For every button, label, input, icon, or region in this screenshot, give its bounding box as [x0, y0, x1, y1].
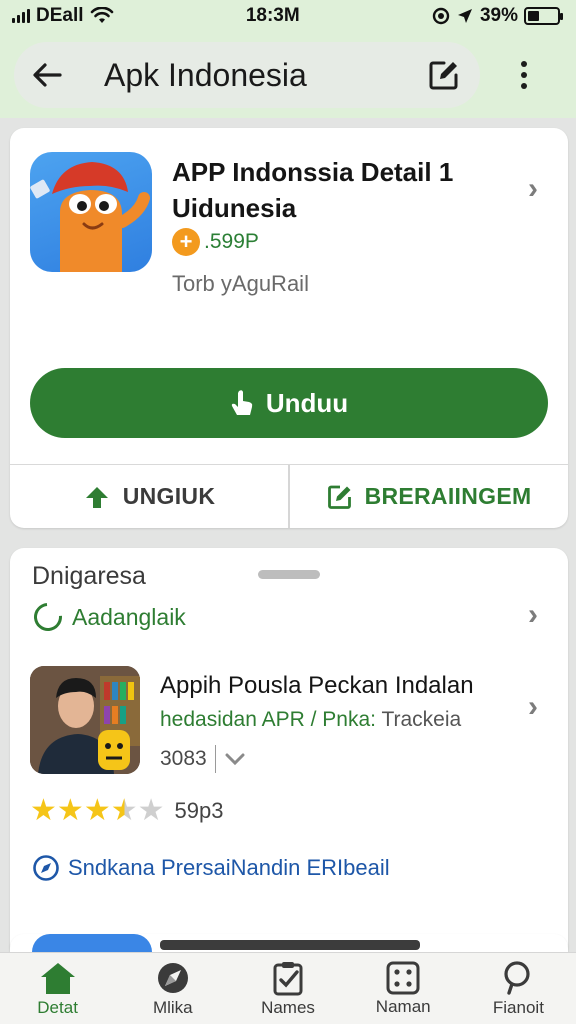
star-icon: ★: [30, 794, 57, 827]
edit-square-icon: [327, 485, 351, 509]
bottom-navigation: Detat Mlika Names Naman Fianoit: [0, 952, 576, 1024]
nav-item-mlika[interactable]: Mlika: [115, 953, 230, 1024]
rating-count: 59p3: [174, 798, 224, 823]
at-icon: [432, 7, 450, 25]
share-button[interactable]: UNGIUK: [10, 465, 290, 528]
review-label: BRERAIINGEM: [364, 483, 532, 509]
back-button[interactable]: [14, 42, 80, 108]
carrier-name: DEall: [36, 5, 84, 26]
status-right: 39%: [432, 5, 563, 27]
related-card: Dnigaresa Aadanglaik › Appih Pousla Peck…: [10, 548, 568, 958]
app-bar: Apk Indonesia: [0, 32, 576, 118]
section-title: Dnigaresa: [32, 562, 146, 590]
item-thumbnail[interactable]: [30, 666, 140, 774]
title-pill: Apk Indonesia: [14, 42, 480, 108]
item-meta-value: 3083: [160, 747, 207, 770]
wifi-icon: [90, 7, 113, 23]
page-title: Apk Indonesia: [104, 56, 307, 93]
chevron-right-icon[interactable]: ›: [528, 598, 538, 632]
developer-name[interactable]: Torb yAguRail: [172, 271, 309, 297]
app-name: APP Indonssia Detail 1 Uidunesia: [172, 157, 454, 223]
review-button[interactable]: BRERAIINGEM: [290, 465, 568, 528]
rating-row: ★ ★ ★ ★ ★ 59p3: [30, 796, 223, 826]
footer-link-label: Sndkana PrersaiNandin ERIbeail: [68, 855, 390, 880]
footer-link[interactable]: Sndkana PrersaiNandin ERIbeail: [32, 854, 390, 882]
price-row: + .599P: [172, 228, 259, 256]
loading-ring-icon: [28, 597, 68, 637]
status-time: 18:3M: [245, 5, 300, 26]
coin-icon: +: [172, 228, 200, 256]
app-price: .599P: [204, 230, 259, 253]
clipboard-icon: [273, 961, 303, 995]
search-icon: [504, 960, 531, 995]
nav-item-names[interactable]: Names: [230, 953, 345, 1024]
nav-label: Fianoit: [492, 997, 544, 1017]
location-icon: [457, 9, 472, 23]
mascot-app-icon: [30, 152, 152, 272]
grid-icon: [386, 961, 420, 994]
chevron-right-icon[interactable]: ›: [528, 690, 538, 724]
drag-handle[interactable]: [258, 570, 320, 579]
share-label: UNGIUK: [122, 483, 216, 509]
next-app-title: [160, 940, 420, 950]
edit-button[interactable]: [414, 45, 474, 105]
explore-icon: [157, 962, 188, 993]
compass-icon: [33, 855, 59, 881]
section-link-label: Aadanglaik: [72, 603, 186, 630]
nav-label: Detat: [37, 997, 78, 1017]
arrow-up-icon: [85, 486, 108, 508]
battery-icon: [523, 7, 563, 25]
nav-label: Naman: [375, 996, 431, 1016]
download-button[interactable]: Unduu: [30, 368, 548, 438]
star-rating: ★ ★ ★ ★ ★: [30, 796, 165, 826]
action-row: UNGIUK BRERAIINGEM: [10, 464, 568, 528]
star-icon: ★: [83, 794, 111, 827]
item-subtitle: hedasidan APR / Pnka: Trackeia: [160, 708, 461, 732]
item-category: hedasidan APR / Pnka:: [160, 708, 376, 731]
nav-item-naman[interactable]: Naman: [346, 953, 461, 1024]
nav-label: Names: [261, 997, 315, 1017]
section-link[interactable]: Aadanglaik: [28, 597, 186, 637]
star-icon: ★: [110, 794, 138, 827]
star-icon: ★: [137, 794, 165, 827]
app-detail-card: APP Indonssia Detail 1 Uidunesia › + .59…: [10, 128, 568, 528]
download-label: Unduu: [265, 387, 349, 418]
item-tag: Trackeia: [381, 708, 462, 731]
back-arrow-icon: [33, 63, 62, 87]
item-title[interactable]: Appih Pousla Peckan Indalan: [160, 672, 474, 700]
battery-percent: 39%: [479, 5, 518, 26]
status-bar: DEall 18:3M 39%: [0, 0, 576, 32]
more-options-button[interactable]: [500, 52, 548, 98]
nav-item-fianoit[interactable]: Fianoit: [461, 953, 576, 1024]
signal-icon: [12, 9, 30, 23]
nav-item-detat[interactable]: Detat: [0, 953, 115, 1024]
chevron-right-icon[interactable]: ›: [528, 172, 538, 206]
nav-label: Mlika: [152, 997, 193, 1017]
chevron-down-icon[interactable]: [224, 752, 246, 766]
item-meta: 3083: [160, 745, 246, 773]
star-icon: ★: [56, 794, 84, 827]
home-icon: [40, 962, 75, 994]
hand-pointer-icon: [231, 390, 253, 415]
divider: [214, 745, 216, 773]
status-left: DEall: [12, 5, 114, 27]
edit-icon: [429, 61, 458, 90]
